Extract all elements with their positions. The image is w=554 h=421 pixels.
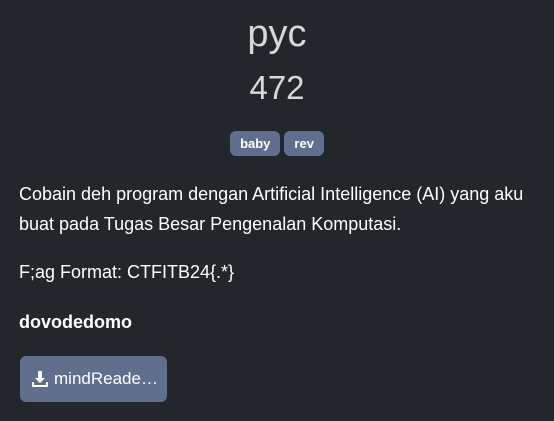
challenge-panel: pyc 472 baby rev Cobain deh program deng… [0, 0, 554, 421]
flag-format: F;ag Format: CTFITB24{.*} [19, 262, 235, 282]
challenge-author: dovodedomo [19, 312, 132, 332]
tag-list: baby rev [0, 131, 554, 156]
challenge-name: pyc [247, 13, 307, 55]
tag-baby: baby [230, 131, 281, 156]
challenge-points: 472 [249, 69, 305, 106]
tag-rev: rev [284, 131, 324, 156]
download-file-label: mindReade… [54, 369, 158, 388]
download-icon [32, 371, 48, 387]
download-file-button[interactable]: mindReade… [20, 356, 167, 402]
challenge-description: Cobain deh program dengan Artificial Int… [19, 184, 524, 234]
